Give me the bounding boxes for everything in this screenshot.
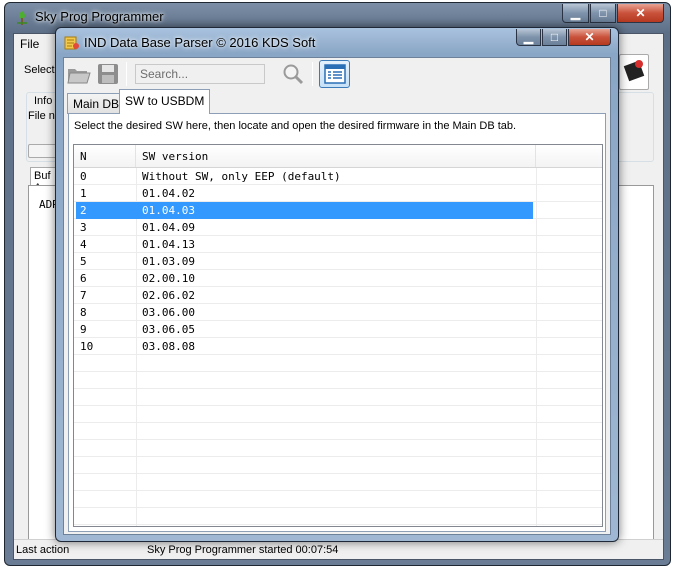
table-row[interactable]: 4 01.04.13	[74, 236, 602, 253]
sky-prog-app-icon	[17, 11, 27, 25]
table-row[interactable]: 10 03.08.08	[74, 338, 602, 355]
cell-sw-version: 01.04.09	[142, 221, 195, 234]
grid-row-line	[74, 439, 602, 440]
grid-row-line	[74, 473, 602, 474]
grid-row-line	[74, 456, 602, 457]
cell-n: 9	[80, 323, 87, 336]
tab-main-db[interactable]: Main DB	[67, 93, 126, 114]
table-row[interactable]: 9 03.06.05	[74, 321, 602, 338]
grid-row-line	[74, 422, 602, 423]
cell-sw-version: 01.03.09	[142, 255, 195, 268]
open-button[interactable]	[66, 61, 92, 87]
cell-n: 1	[80, 187, 87, 200]
status-label: Last action	[16, 544, 70, 556]
grid-row-line	[74, 507, 602, 508]
cell-n: 5	[80, 255, 87, 268]
cell-n: 10	[80, 340, 94, 353]
search-button[interactable]	[280, 61, 306, 87]
cell-sw-version: 01.04.13	[142, 238, 195, 251]
magnifier-icon	[283, 64, 304, 85]
open-folder-icon	[67, 69, 91, 84]
save-disk-icon	[98, 64, 118, 84]
cell-n: 2	[80, 204, 87, 217]
cell-sw-version: 02.00.10	[142, 272, 195, 285]
table-row[interactable]: 6 02.00.10	[74, 270, 602, 287]
grid-row-line	[74, 388, 602, 389]
chip-select-button[interactable]	[619, 54, 649, 90]
column-header-sw-version[interactable]: SW version	[136, 145, 536, 167]
search-input[interactable]: Search...	[135, 64, 265, 84]
cell-n: 4	[80, 238, 87, 251]
main-close-button[interactable]: ✕	[617, 4, 664, 23]
grid-row-line	[74, 371, 602, 372]
dialog-toolbar: Search...	[64, 58, 610, 90]
table-row[interactable]: 2 01.04.03	[74, 202, 602, 219]
table-row[interactable]: 5 01.03.09	[74, 253, 602, 270]
cell-sw-version: 03.06.05	[142, 323, 195, 336]
instruction-text: Select the desired SW here, then locate …	[74, 120, 517, 132]
dialog-maximize-button[interactable]: □	[542, 29, 567, 46]
dialog-title: IND Data Base Parser © 2016 KDS Soft	[84, 35, 316, 50]
parser-dialog: IND Data Base Parser © 2016 KDS Soft ▁ □…	[55, 27, 619, 542]
main-window-title: Sky Prog Programmer	[35, 9, 164, 24]
cell-n: 6	[80, 272, 87, 285]
table-row[interactable]: 0 Without SW, only EEP (default)	[74, 168, 602, 185]
dialog-minimize-button[interactable]: ▁	[516, 29, 541, 46]
chip-icon	[623, 60, 645, 82]
list-view-icon	[323, 64, 346, 84]
main-minimize-button[interactable]: ▁	[562, 4, 589, 23]
status-message: Sky Prog Programmer started 00:07:54	[147, 544, 339, 556]
menu-file[interactable]: File	[20, 37, 39, 51]
table-row[interactable]: 7 02.06.02	[74, 287, 602, 304]
cell-sw-version: 03.08.08	[142, 340, 195, 353]
grid-row-line	[74, 490, 602, 491]
cell-n: 3	[80, 221, 87, 234]
grid-row-line	[74, 524, 602, 525]
list-view-toggle[interactable]	[319, 60, 350, 88]
main-maximize-button[interactable]: □	[590, 4, 616, 23]
grid-header: N SW version	[74, 145, 602, 168]
cell-n: 8	[80, 306, 87, 319]
database-parser-icon	[64, 36, 79, 50]
cell-sw-version: 02.06.02	[142, 289, 195, 302]
cell-n: 0	[80, 170, 87, 183]
cell-sw-version: Without SW, only EEP (default)	[142, 170, 341, 183]
save-button[interactable]	[95, 61, 121, 87]
dialog-close-button[interactable]: ✕	[568, 29, 611, 46]
cell-sw-version: 03.06.00	[142, 306, 195, 319]
sw-version-grid[interactable]: N SW version 0 Without SW, only EEP (defa…	[73, 144, 603, 527]
sw-tab-panel: Select the desired SW here, then locate …	[68, 113, 606, 532]
grid-row-line	[74, 405, 602, 406]
cell-sw-version: 01.04.03	[142, 204, 195, 217]
column-header-n[interactable]: N	[74, 145, 136, 167]
tab-sw-to-usbdm[interactable]: SW to USBDM	[119, 89, 211, 114]
table-row[interactable]: 3 01.04.09	[74, 219, 602, 236]
cell-n: 7	[80, 289, 87, 302]
dialog-client-area: Search... Main DB SW to USBDM Select the…	[63, 57, 611, 535]
cell-sw-version: 01.04.02	[142, 187, 195, 200]
main-statusbar: Last action Sky Prog Programmer started …	[14, 539, 663, 559]
table-row[interactable]: 8 03.06.00	[74, 304, 602, 321]
grid-body: 0 Without SW, only EEP (default) 1 01.04.02…	[74, 168, 602, 526]
table-row[interactable]: 1 01.04.02	[74, 185, 602, 202]
